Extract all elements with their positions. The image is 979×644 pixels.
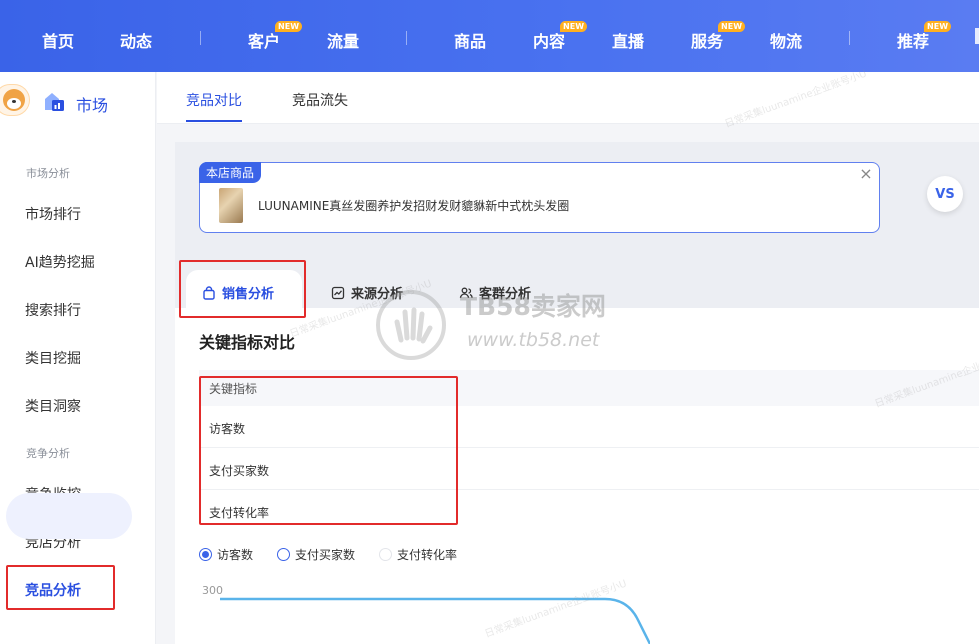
- section-title: 关键指标对比: [199, 333, 296, 352]
- sidebar-item-search-ranking[interactable]: 搜索排行: [25, 300, 81, 320]
- nav-item-home[interactable]: 首页: [42, 28, 74, 52]
- radio-paying-buyers[interactable]: 支付买家数: [277, 546, 355, 563]
- avatar[interactable]: [0, 84, 30, 116]
- nav-item-dynamics[interactable]: 动态: [120, 28, 152, 52]
- nav-overflow-edge: [975, 28, 979, 44]
- own-product-card[interactable]: 本店商品 LUUNAMINE真丝发圈养护发招财发财貔貅新中式枕头发圈 ×: [199, 162, 880, 233]
- radio-button[interactable]: [379, 548, 392, 561]
- vs-badge: VS: [927, 176, 963, 212]
- radio-visitors[interactable]: 访客数: [199, 546, 253, 563]
- nav-item-recommend[interactable]: 推荐 NEW: [897, 21, 952, 52]
- product-name: LUUNAMINE真丝发圈养护发招财发财貔貅新中式枕头发圈: [258, 199, 570, 213]
- nav-item-logistics[interactable]: 物流: [770, 28, 802, 52]
- market-logo-icon: [45, 93, 64, 111]
- new-badge: NEW: [718, 21, 746, 32]
- nav-divider: [200, 31, 201, 45]
- new-badge: NEW: [924, 21, 952, 32]
- product-thumbnail: [219, 188, 243, 223]
- nav-item-customer[interactable]: 客户 NEW: [248, 21, 303, 52]
- tab-competitor-churn[interactable]: 竞品流失: [292, 90, 348, 110]
- shiba-dog-icon: [3, 89, 25, 111]
- own-product-tag: 本店商品: [199, 162, 262, 183]
- radio-button[interactable]: [277, 548, 290, 561]
- nav-divider: [406, 31, 407, 45]
- new-badge: NEW: [560, 21, 588, 32]
- tab-competitor-compare[interactable]: 竞品对比: [186, 90, 242, 110]
- nav-item-service[interactable]: 服务 NEW: [691, 21, 746, 52]
- sidebar-section-competition: 竞争分析: [26, 447, 70, 460]
- radio-button-checked[interactable]: [199, 548, 212, 561]
- annotation-box-sales-tab: [179, 260, 306, 318]
- sidebar-item-market-ranking[interactable]: 市场排行: [25, 204, 81, 224]
- new-badge: NEW: [275, 21, 303, 32]
- nav-item-content[interactable]: 内容 NEW: [533, 21, 588, 52]
- sidebar: 市场 市场分析 市场排行 AI趋势挖掘 搜索排行 类目挖掘 类目洞察 竞争分析 …: [0, 72, 156, 644]
- trend-chart-icon: [331, 286, 345, 299]
- sidebar-item-category-insight[interactable]: 类目洞察: [25, 396, 81, 416]
- nav-item-live[interactable]: 直播: [612, 28, 644, 52]
- visitors-series-line: [220, 597, 650, 644]
- active-tab-underline: [186, 120, 242, 122]
- annotation-box-sidebar: [6, 565, 115, 610]
- nav-item-traffic[interactable]: 流量: [327, 28, 359, 52]
- nav-divider: [849, 31, 850, 45]
- watermark-url: www.tb58.net: [467, 329, 600, 351]
- nav-item-goods[interactable]: 商品: [454, 28, 486, 52]
- sidebar-item-category-mining[interactable]: 类目挖掘: [25, 348, 81, 368]
- top-navigation: 首页 动态 客户 NEW 流量 商品 内容 NEW 直播 服务 NEW 物流 推荐 NE…: [0, 0, 979, 72]
- sidebar-title: 市场: [76, 96, 109, 115]
- sidebar-item-ai-trend[interactable]: AI趋势挖掘: [25, 252, 95, 272]
- sidebar-section-market-analysis: 市场分析: [26, 167, 70, 180]
- radio-conversion-rate[interactable]: 支付转化率: [379, 546, 457, 563]
- sidebar-active-highlight: [6, 493, 132, 539]
- annotation-box-metrics: [199, 376, 458, 525]
- watermark-title: TB58卖家网: [460, 292, 606, 321]
- close-icon[interactable]: ×: [858, 166, 874, 182]
